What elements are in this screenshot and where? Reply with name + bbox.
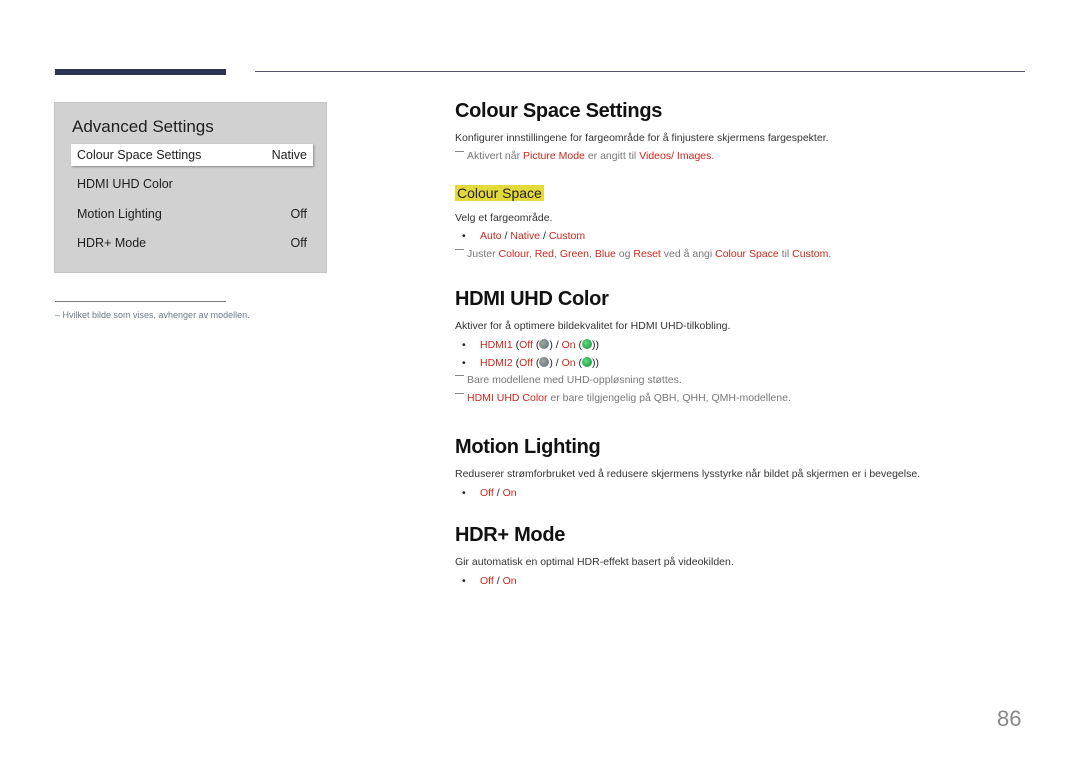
- section-colour-space-settings: Colour Space Settings Konfigurer innstil…: [455, 100, 829, 162]
- option-on[interactable]: On: [562, 339, 576, 351]
- menu-item-value: Off: [290, 236, 307, 250]
- options-list: Auto / Native / Custom: [455, 230, 831, 242]
- led-on-icon: [582, 357, 593, 367]
- led-off-icon: [539, 339, 550, 349]
- subsection-colour-space: Colour Space Velg et fargeområde. Auto /…: [455, 185, 831, 260]
- section-description: Konfigurer innstillingene for fargeområd…: [455, 132, 829, 144]
- hdmi2-label: HDMI2: [480, 357, 513, 369]
- option-off[interactable]: Off: [480, 575, 494, 587]
- subsection-note: Juster Colour, Red, Green, Blue og Reset…: [455, 248, 831, 260]
- footnote-divider: [55, 301, 226, 302]
- option-on[interactable]: On: [503, 487, 517, 499]
- menu-item-value: Off: [290, 207, 307, 221]
- menu-item-label: HDMI UHD Color: [77, 177, 173, 191]
- hdmi1-label: HDMI1: [480, 339, 513, 351]
- section-hdmi-uhd-color: HDMI UHD Color Aktiver for å optimere bi…: [455, 288, 791, 404]
- link-videos-images[interactable]: Videos/ Images: [639, 150, 711, 162]
- menu-item-hdr-mode[interactable]: HDR+ Mode Off: [71, 232, 313, 254]
- link-colour[interactable]: Colour: [499, 248, 529, 260]
- section-hdr-mode: HDR+ Mode Gir automatisk en optimal HDR-…: [455, 524, 734, 587]
- led-off-icon: [539, 357, 550, 367]
- menu-title: Advanced Settings: [72, 117, 214, 136]
- menu-item-hdmi-uhd-color[interactable]: HDMI UHD Color: [71, 173, 313, 195]
- link-picture-mode[interactable]: Picture Mode: [523, 150, 585, 162]
- link-colour-space[interactable]: Colour Space: [715, 248, 779, 260]
- option-off[interactable]: Off: [519, 357, 533, 369]
- menu-item-colour-space-settings[interactable]: Colour Space Settings Native: [71, 144, 313, 166]
- menu-item-label: Motion Lighting: [77, 207, 162, 221]
- subsection-description: Velg et fargeområde.: [455, 212, 553, 224]
- link-custom[interactable]: Custom: [792, 248, 828, 260]
- hdmi1-option: HDMI1 (Off () / On ()): [455, 339, 791, 351]
- section-description: Gir automatisk en optimal HDR-effekt bas…: [455, 556, 734, 568]
- section-note: Bare modellene med UHD-oppløsning støtte…: [455, 374, 791, 386]
- led-on-icon: [582, 339, 593, 349]
- menu-item-label: HDR+ Mode: [77, 236, 147, 250]
- option-on[interactable]: On: [503, 575, 517, 587]
- option-native[interactable]: Native: [510, 230, 540, 242]
- section-note: Aktivert når Picture Mode er angitt til …: [455, 150, 829, 162]
- option-off[interactable]: Off: [480, 487, 494, 499]
- note-dash-icon: [455, 393, 464, 394]
- section-description: Reduserer strømforbruket ved å redusere …: [455, 468, 921, 480]
- subsection-title: Colour Space: [455, 185, 544, 201]
- option-custom[interactable]: Custom: [549, 230, 585, 242]
- menu-item-value: Native: [271, 148, 307, 162]
- hdmi2-option: HDMI2 (Off () / On ()): [455, 357, 791, 369]
- section-motion-lighting: Motion Lighting Reduserer strømforbruket…: [455, 436, 920, 499]
- link-green[interactable]: Green: [560, 248, 589, 260]
- link-hdmi-uhd-color[interactable]: HDMI UHD Color: [467, 392, 548, 404]
- section-title: Motion Lighting: [455, 436, 601, 458]
- page-number: 86: [997, 706, 1022, 731]
- options-list: Off / On: [455, 487, 920, 499]
- option-off[interactable]: Off: [519, 339, 533, 351]
- advanced-settings-menu: Advanced Settings Colour Space Settings …: [54, 102, 327, 273]
- footnote: – Hvilket bilde som vises, avhenger av m…: [55, 310, 250, 320]
- note-dash-icon: [455, 375, 464, 376]
- section-title: HDR+ Mode: [455, 524, 566, 546]
- options-list: Off / On: [455, 575, 734, 587]
- link-red[interactable]: Red: [535, 248, 554, 260]
- section-note: HDMI UHD Color er bare tilgjengelig på Q…: [455, 392, 791, 404]
- option-on[interactable]: On: [562, 357, 576, 369]
- section-title: HDMI UHD Color: [455, 288, 609, 310]
- header-bar-thick: [55, 69, 226, 75]
- option-auto[interactable]: Auto: [480, 230, 502, 242]
- link-reset[interactable]: Reset: [633, 248, 660, 260]
- header-bar-thin: [255, 71, 1025, 72]
- section-title: Colour Space Settings: [455, 100, 663, 122]
- menu-item-motion-lighting[interactable]: Motion Lighting Off: [71, 203, 313, 225]
- section-description: Aktiver for å optimere bildekvalitet for…: [455, 320, 731, 332]
- note-dash-icon: [455, 249, 464, 250]
- note-dash-icon: [455, 151, 464, 152]
- link-blue[interactable]: Blue: [595, 248, 616, 260]
- menu-item-label: Colour Space Settings: [77, 148, 202, 162]
